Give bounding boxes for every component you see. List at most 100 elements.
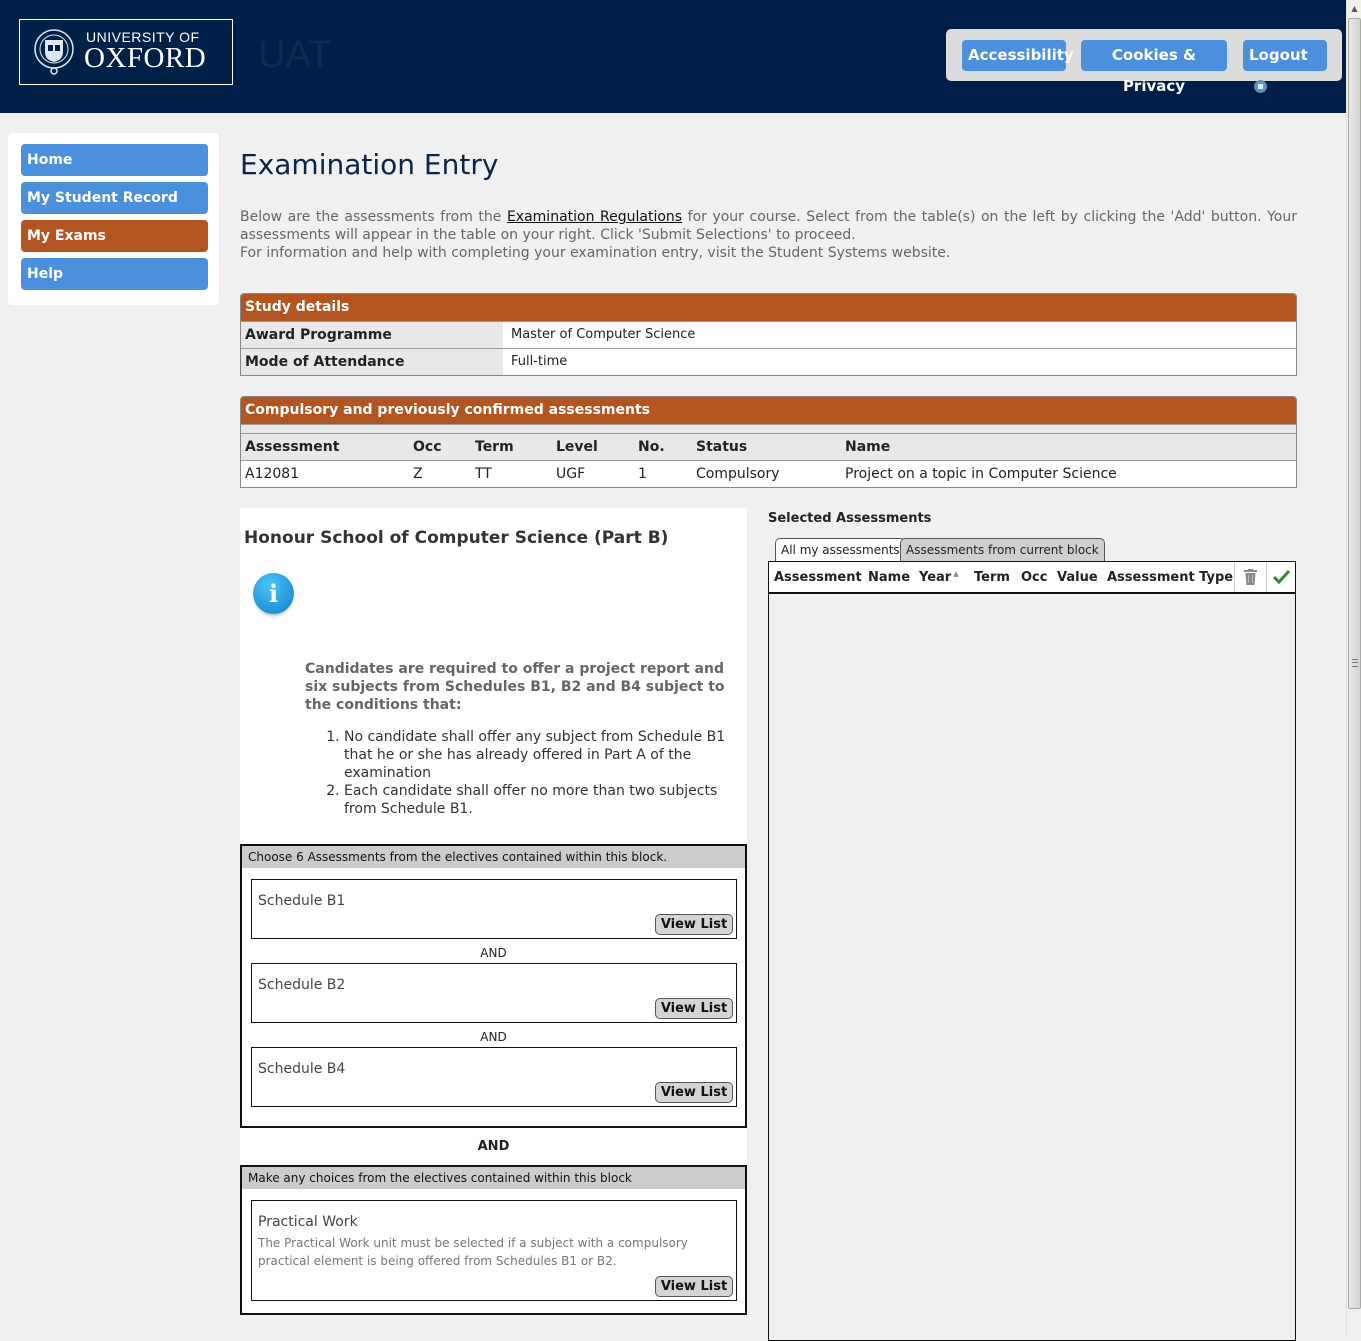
schedule-title: Schedule B1: [258, 893, 346, 909]
cell-term: TT: [475, 466, 492, 482]
sidebar-item-label: My Student Record: [27, 190, 178, 206]
column-header-term[interactable]: Term: [974, 570, 1010, 585]
column-header-level: Level: [556, 439, 598, 455]
sort-icon: ▲: [953, 570, 959, 578]
honour-school-title: Honour School of Computer Science (Part …: [244, 528, 669, 548]
column-header-value[interactable]: Value: [1057, 570, 1098, 585]
and-separator: AND: [480, 946, 507, 960]
column-header-occ[interactable]: Occ: [1021, 570, 1047, 585]
cell-status: Compulsory: [696, 466, 780, 482]
accessibility-button[interactable]: Accessibility: [962, 40, 1074, 71]
info-icon: i: [253, 573, 294, 614]
schedule-title: Schedule B2: [258, 977, 346, 993]
scroll-grip-icon: [1352, 659, 1358, 667]
elective-block-1: Choose 6 Assessments from the electives …: [240, 844, 747, 1128]
schedule-title: Schedule B4: [258, 1061, 346, 1077]
block-heading: Choose 6 Assessments from the electives …: [242, 846, 745, 868]
column-header-assessment[interactable]: Assessment: [774, 570, 862, 585]
column-header-name[interactable]: Name: [868, 570, 910, 585]
table-row: A12081 Z TT UGF 1 Compulsory Project on …: [241, 460, 1296, 487]
sidebar: Home My Student Record My Exams Help: [8, 133, 219, 305]
intro-text-pre: Below are the assessments from the: [240, 209, 507, 225]
study-details-panel: Study details Award Programme Master of …: [240, 293, 1297, 376]
logo-text-main: OXFORD: [84, 42, 207, 74]
accessibility-label: Accessibility: [968, 46, 1074, 64]
tab-current-block[interactable]: Assessments from current block: [900, 538, 1105, 562]
sidebar-item-label: My Exams: [27, 228, 106, 244]
mode-of-attendance-value: Full-time: [511, 354, 568, 369]
environment-label: UAT: [258, 34, 332, 76]
logout-icon: [1254, 80, 1267, 93]
year-label: Year: [919, 570, 952, 585]
confirm-column[interactable]: [1266, 562, 1295, 592]
and-separator: AND: [480, 1030, 507, 1044]
rule-item: Each candidate shall offer no more than …: [344, 782, 730, 818]
page-scrollbar[interactable]: ▲: [1346, 0, 1361, 1337]
cookies-privacy-label: Cookies & Privacy: [1111, 46, 1197, 95]
schedule-b2-card: Schedule B2 View List: [251, 963, 737, 1023]
schedule-title: Practical Work: [258, 1214, 358, 1230]
sidebar-item-label: Home: [27, 152, 73, 168]
sidebar-item-student-record[interactable]: My Student Record: [21, 182, 208, 214]
top-nav: Accessibility Cookies & Privacy Logout: [946, 29, 1342, 95]
site-header: UNIVERSITY OF OXFORD UAT Accessibility C…: [0, 0, 1346, 113]
cell-assessment: A12081: [245, 466, 300, 482]
schedule-description: The Practical Work unit must be selected…: [258, 1236, 688, 1268]
study-details-heading: Study details: [241, 294, 1296, 321]
compulsory-assessments-panel: Compulsory and previously confirmed asse…: [240, 396, 1297, 488]
column-header-term: Term: [475, 439, 514, 455]
selected-assessments-table: Assessment Name Year ▲ Term Occ Value Ass…: [768, 561, 1296, 1341]
column-header-year[interactable]: Year ▲: [919, 570, 959, 585]
sidebar-item-home[interactable]: Home: [21, 144, 208, 176]
view-list-button[interactable]: View List: [655, 998, 733, 1019]
trash-icon: [1244, 569, 1257, 585]
sidebar-item-label: Help: [27, 266, 64, 282]
tab-all-my-assessments[interactable]: All my assessments: [775, 538, 906, 563]
scroll-up-arrow-icon[interactable]: ▲: [1347, 0, 1361, 17]
column-header-status: Status: [696, 439, 748, 455]
block-heading: Make any choices from the electives cont…: [242, 1167, 745, 1189]
table-header-row: Assessment Name Year ▲ Term Occ Value Ass…: [769, 562, 1295, 594]
schedule-b1-card: Schedule B1 View List: [251, 879, 737, 939]
cell-level: UGF: [556, 466, 586, 482]
column-header-occ: Occ: [413, 439, 442, 455]
award-programme-value: Master of Computer Science: [511, 327, 696, 342]
table-spacer: [241, 424, 1296, 433]
examination-regulations-link[interactable]: Examination Regulations: [507, 209, 682, 225]
rules-list: No candidate shall offer any subject fro…: [305, 728, 730, 818]
intro-text-help: For information and help with completing…: [240, 245, 951, 261]
column-header-name: Name: [845, 439, 891, 455]
check-icon: [1273, 570, 1290, 584]
rules-lead-text: Candidates are required to offer a proje…: [305, 661, 725, 713]
table-header-row: Assessment Occ Term Level No. Status Nam…: [241, 433, 1296, 460]
delete-column[interactable]: [1234, 562, 1266, 592]
award-programme-label: Award Programme: [241, 322, 503, 348]
page-title: Examination Entry: [240, 148, 499, 181]
column-header-no: No.: [638, 439, 665, 455]
compulsory-assessments-heading: Compulsory and previously confirmed asse…: [241, 397, 1296, 424]
study-details-row: Mode of Attendance Full-time: [241, 348, 1296, 375]
view-list-button[interactable]: View List: [655, 1276, 733, 1297]
practical-work-card: Practical Work The Practical Work unit m…: [251, 1200, 737, 1301]
schedule-b4-card: Schedule B4 View List: [251, 1047, 737, 1107]
intro-text: Below are the assessments from the Exami…: [240, 208, 1297, 262]
oxford-crest-icon: [34, 29, 74, 75]
column-header-assessment-type[interactable]: Assessment Type: [1107, 570, 1233, 585]
scroll-thumb[interactable]: [1348, 18, 1361, 1309]
elective-block-2: Make any choices from the electives cont…: [240, 1165, 747, 1315]
view-list-button[interactable]: View List: [655, 1082, 733, 1103]
cookies-privacy-button[interactable]: Cookies & Privacy: [1081, 40, 1227, 95]
and-between-blocks: AND: [240, 1128, 747, 1165]
university-logo[interactable]: UNIVERSITY OF OXFORD: [19, 19, 233, 85]
sidebar-item-help[interactable]: Help: [21, 258, 208, 290]
mode-of-attendance-label: Mode of Attendance: [241, 349, 503, 375]
sidebar-item-my-exams[interactable]: My Exams: [21, 220, 208, 252]
rule-item: No candidate shall offer any subject fro…: [344, 728, 730, 782]
view-list-button[interactable]: View List: [655, 914, 733, 935]
cell-name: Project on a topic in Computer Science: [845, 466, 1117, 482]
study-details-row: Award Programme Master of Computer Scien…: [241, 321, 1296, 348]
selected-assessments-title: Selected Assessments: [768, 511, 932, 526]
cell-occ: Z: [413, 466, 423, 482]
cell-no: 1: [638, 466, 647, 482]
logout-button[interactable]: Logout: [1243, 40, 1327, 93]
